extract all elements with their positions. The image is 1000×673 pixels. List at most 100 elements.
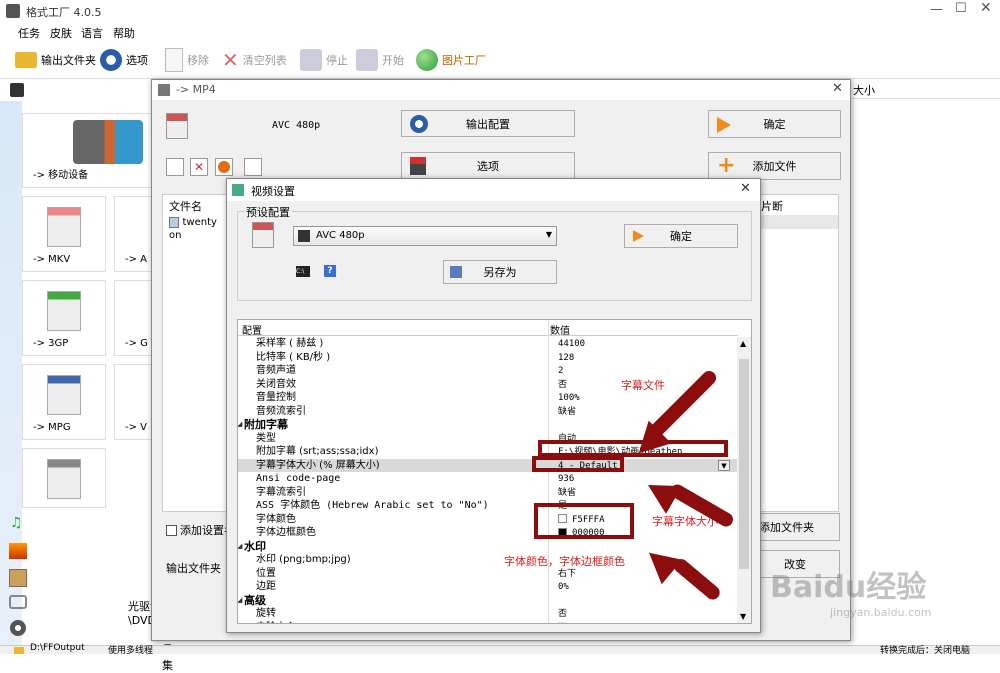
video-ok-button[interactable]: 确定 — [624, 224, 738, 248]
video-close-icon[interactable]: ✕ — [740, 181, 751, 196]
grid-row-name: 附加字幕 (srt;ass;ssa;idx) — [256, 446, 379, 457]
help-icon[interactable]: ? — [324, 265, 336, 277]
tile-v[interactable]: -> V — [114, 364, 154, 440]
settings-grid[interactable]: 配置 数值 采样率 ( 赫兹 ) 44100 比特率 ( KB/秒 ) 128 音频声道… — [237, 319, 752, 624]
mp4-close-icon[interactable]: ✕ — [832, 81, 843, 96]
collapse-icon[interactable]: ◢ — [238, 418, 242, 431]
music-icon[interactable]: ♫ — [10, 515, 23, 531]
tile-mpg[interactable]: -> MPG — [22, 364, 106, 440]
start-button[interactable]: 开始 — [356, 47, 404, 73]
status-path[interactable]: D:\FFOutput — [30, 643, 85, 653]
command-icon[interactable]: C:\ — [296, 266, 310, 277]
status-folder-icon — [14, 647, 24, 654]
col-value-header[interactable]: 数值 — [550, 322, 570, 337]
grid-row-name: 音频声道 — [256, 365, 296, 376]
tile-3gp[interactable]: -> 3GP — [22, 280, 106, 356]
grid-row-value-text: 缺省 — [558, 487, 577, 498]
status-multithread[interactable]: 使用多线程 — [108, 643, 153, 656]
sidebar: -> 移动设备 -> MKV -> A -> 3GP -> G -> MPG -… — [0, 79, 198, 672]
clip-header[interactable]: 片断 — [761, 198, 783, 214]
grid-row[interactable]: 去除中心 否 — [238, 621, 738, 624]
grid-row[interactable]: 比特率 ( KB/秒 ) 128 — [238, 351, 738, 365]
output-folder-button[interactable]: 输出文件夹 — [15, 47, 96, 73]
scroll-thumb[interactable] — [739, 359, 749, 569]
tile-a[interactable]: -> A — [114, 196, 154, 272]
col-config-header[interactable]: 配置 — [242, 322, 262, 337]
collapse-icon[interactable]: ◢ — [238, 540, 242, 553]
grid-row[interactable]: 采样率 ( 赫兹 ) 44100 — [238, 337, 738, 351]
picture-icon[interactable] — [9, 543, 27, 559]
document-icon[interactable] — [9, 569, 27, 587]
grid-row-name: 类型 — [256, 432, 276, 444]
grid-row[interactable]: 旋转否 — [238, 607, 738, 621]
grid-row-name: ASS 字体颜色 (Hebrew Arabic set to "No") — [256, 500, 489, 511]
menu-skin[interactable]: 皮肤 — [50, 25, 72, 41]
grid-group-row[interactable]: ◢高级 — [238, 594, 738, 608]
grid-row-name: 采样率 ( 赫兹 ) — [256, 338, 324, 349]
toolbar: 输出文件夹 选项 移除 ✕ 清空列表 停止 开始 图片工厂 — [0, 43, 1000, 77]
label-subtitle-file: 字幕文件 — [621, 379, 665, 392]
grid-row-value[interactable]: 否 — [558, 607, 728, 621]
tools-icon[interactable] — [10, 620, 26, 636]
tile-flv[interactable] — [22, 448, 106, 508]
mp4-profile-label: AVC 480p — [272, 120, 321, 131]
menu-help[interactable]: 帮助 — [113, 25, 135, 41]
scroll-up-icon[interactable]: ▲ — [740, 339, 746, 348]
grid-row[interactable]: 音频声道 2 — [238, 364, 738, 378]
grid-row-name: 去除中心 — [256, 621, 546, 624]
options-button[interactable]: 选项 — [100, 47, 148, 73]
gear-icon — [100, 49, 122, 71]
grid-row-value[interactable]: 936 — [558, 472, 728, 486]
tile-g[interactable]: -> G — [114, 280, 154, 356]
grid-row-value[interactable]: 44100 — [558, 337, 728, 351]
add-file-button[interactable]: + 添加文件 — [708, 152, 841, 180]
mp4-format-icon — [166, 113, 188, 139]
sidebar-strip — [0, 101, 22, 649]
save-as-button[interactable]: 另存为 — [443, 260, 557, 284]
remove-button[interactable]: 移除 — [165, 47, 209, 73]
output-config-button[interactable]: 输出配置 — [401, 110, 575, 137]
delete-icon[interactable]: ✕ — [190, 158, 208, 176]
new-icon[interactable] — [166, 158, 184, 176]
scroll-down-icon[interactable]: ▼ — [740, 612, 746, 621]
picture-factory-button[interactable]: 图片工厂 — [416, 47, 486, 73]
chevron-down-icon: ▼ — [545, 230, 552, 239]
collapse-icon[interactable]: ◢ — [238, 594, 242, 607]
grid-row-value[interactable]: 否 — [558, 621, 728, 624]
mobile-device-icon — [73, 120, 143, 164]
grid-row-value[interactable]: 128 — [558, 351, 728, 365]
tile-mkv[interactable]: -> MKV — [22, 196, 106, 272]
preview-icon[interactable] — [244, 158, 262, 176]
list-item[interactable]: twenty on — [169, 215, 229, 241]
stop-button[interactable]: 停止 — [300, 47, 348, 73]
grid-row-name: 字幕字体大小 (% 屏幕大小) — [256, 459, 380, 471]
grid-row-name: 附加字幕 — [244, 418, 288, 431]
grid-row[interactable]: 字幕字体大小 (% 屏幕大小) ▼ 4 - Default — [238, 458, 738, 472]
menu-language[interactable]: 语言 — [81, 25, 103, 41]
mp4-options-button[interactable]: 选项 — [401, 152, 575, 179]
size-column-header[interactable]: 大小 — [853, 82, 875, 98]
flv-icon — [47, 459, 81, 499]
grid-row-value-text: 936 — [558, 474, 575, 484]
preset-select[interactable]: AVC 480p ▼ — [293, 226, 557, 246]
clear-list-button[interactable]: ✕ 清空列表 — [222, 47, 287, 73]
highlight-font-size — [532, 456, 624, 472]
scrollbar[interactable]: ▲ ▼ — [737, 337, 751, 623]
tile-mobile-device[interactable]: -> 移动设备 — [22, 113, 162, 188]
grid-row[interactable]: 音量控制 100% — [238, 391, 738, 405]
maximize-icon[interactable]: ☐ — [955, 1, 967, 16]
file-name-header[interactable]: 文件名 — [169, 198, 202, 214]
minimize-icon[interactable]: — — [930, 2, 943, 17]
close-icon[interactable]: ✕ — [980, 0, 992, 16]
status-after-convert[interactable]: 转换完成后：关闭电脑 — [880, 643, 970, 656]
mp4-ok-button[interactable]: 确定 — [708, 110, 841, 138]
add-settings-checkbox[interactable]: 添加设置名 — [166, 522, 235, 538]
grid-row-value[interactable]: 缺省 — [558, 405, 728, 419]
play-icon[interactable] — [215, 158, 233, 176]
menu-task[interactable]: 任务 — [18, 25, 40, 41]
output-folder-label: 输出文件夹 — [166, 562, 221, 575]
grid-row-value-text: 100% — [558, 393, 580, 403]
globe-icon — [416, 49, 438, 71]
add-folder-button[interactable]: 添加文件夹 — [750, 513, 840, 541]
disc-icon[interactable] — [9, 595, 27, 609]
